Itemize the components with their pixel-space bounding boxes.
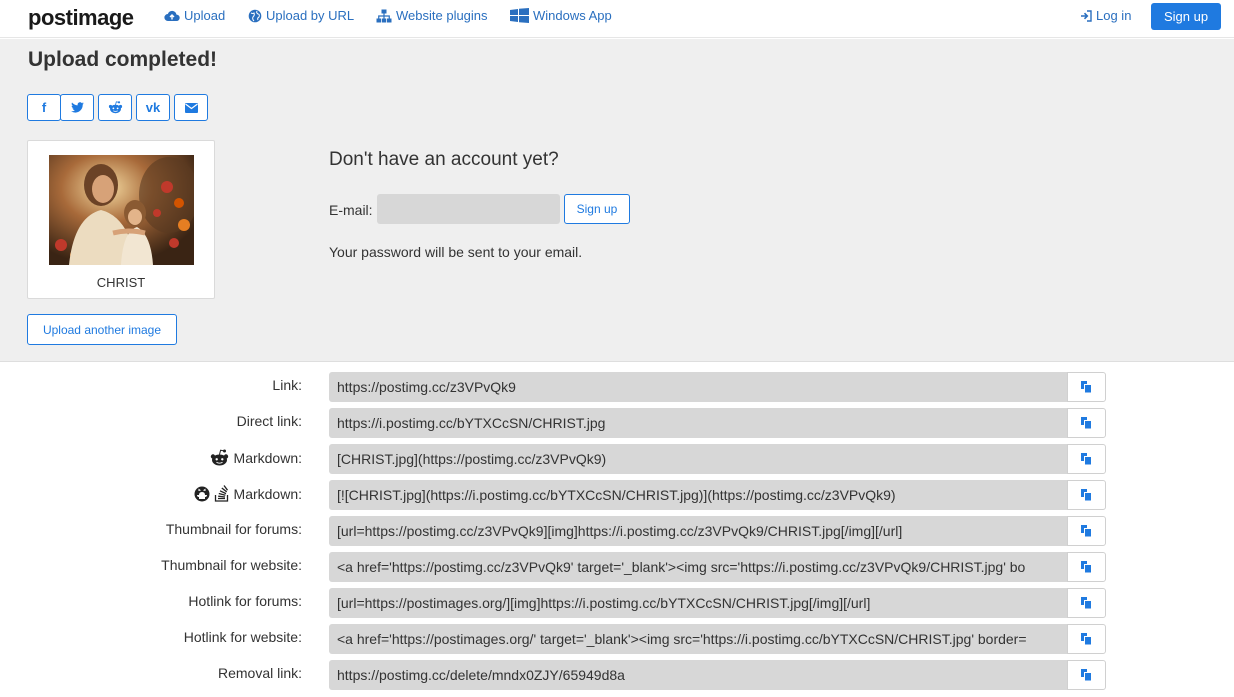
email-signup-button[interactable]: Sign up bbox=[564, 194, 630, 224]
share-twitter-button[interactable] bbox=[60, 94, 94, 121]
hotlink-forums-label: Hotlink for forums: bbox=[188, 593, 302, 609]
sign-in-icon bbox=[1081, 9, 1092, 22]
thumbnail-website-field[interactable]: <a href='https://postimg.cc/z3VPvQk9' ta… bbox=[329, 552, 1067, 582]
facebook-icon: f bbox=[41, 100, 47, 115]
uploaded-image-caption: CHRIST bbox=[96, 275, 146, 290]
hotlink-forums-field[interactable]: [url=https://postimages.org/][img]https:… bbox=[329, 588, 1067, 618]
reddit-icon bbox=[108, 101, 122, 114]
copy-icon bbox=[1081, 381, 1092, 393]
email-field[interactable] bbox=[377, 194, 560, 224]
thumbnail-forums-label: Thumbnail for forums: bbox=[165, 521, 302, 537]
stack-overflow-icon bbox=[214, 485, 228, 502]
uploaded-image-thumbnail[interactable] bbox=[49, 155, 194, 265]
nav-windows-app-label: Windows App bbox=[533, 8, 612, 23]
password-note: Your password will be sent to your email… bbox=[329, 244, 583, 260]
share-vk-button[interactable]: vk bbox=[136, 94, 170, 121]
removal-link-field[interactable]: https://postimg.cc/delete/mndx0ZJY/65949… bbox=[329, 660, 1067, 690]
nav-windows-app-link[interactable]: Windows App bbox=[510, 8, 612, 23]
sitemap-icon bbox=[376, 9, 392, 22]
thumbnail-forums-field[interactable]: [url=https://postimg.cc/z3VPvQk9][img]ht… bbox=[329, 516, 1067, 546]
nav-website-plugins-label: Website plugins bbox=[396, 8, 488, 23]
login-label: Log in bbox=[1096, 8, 1132, 23]
nav-upload-by-url-label: Upload by URL bbox=[266, 8, 355, 23]
upload-another-image-button[interactable]: Upload another image bbox=[27, 314, 177, 345]
copy-github-markdown-button[interactable] bbox=[1067, 480, 1106, 510]
copy-hotlink-website-button[interactable] bbox=[1067, 624, 1106, 654]
reddit-markdown-label: Markdown: bbox=[233, 449, 302, 466]
signup-button[interactable]: Sign up bbox=[1151, 3, 1221, 30]
account-heading: Don't have an account yet? bbox=[329, 149, 559, 170]
top-navbar: postimage Upload Upload by URL Website p… bbox=[0, 0, 1234, 38]
email-label: E-mail: bbox=[329, 202, 373, 218]
direct-link-field[interactable]: https://i.postimg.cc/bYTXCcSN/CHRIST.jpg bbox=[329, 408, 1067, 438]
vk-icon: vk bbox=[145, 100, 161, 115]
nav-upload-by-url-link[interactable]: Upload by URL bbox=[248, 8, 354, 23]
cloud-upload-icon bbox=[164, 10, 180, 22]
twitter-icon bbox=[70, 102, 84, 113]
thumbnail-website-label: Thumbnail for website: bbox=[161, 557, 302, 573]
reddit-markdown-field[interactable]: [CHRIST.jpg](https://postimg.cc/z3VPvQk9… bbox=[329, 444, 1067, 474]
reddit-icon bbox=[210, 449, 228, 466]
direct-link-label: Direct link: bbox=[236, 413, 302, 429]
github-icon bbox=[194, 486, 210, 501]
copy-reddit-markdown-button[interactable] bbox=[1067, 444, 1106, 474]
copy-direct-link-button[interactable] bbox=[1067, 408, 1106, 438]
copy-icon bbox=[1081, 453, 1092, 465]
nav-upload-label: Upload bbox=[184, 8, 226, 23]
copy-icon bbox=[1081, 669, 1092, 681]
link-field[interactable]: https://postimg.cc/z3VPvQk9 bbox=[329, 372, 1067, 402]
postimage-logo[interactable]: postimage bbox=[28, 5, 134, 31]
copy-link-button[interactable] bbox=[1067, 372, 1106, 402]
removal-link-label: Removal link: bbox=[217, 665, 302, 681]
copy-icon bbox=[1081, 417, 1092, 429]
copy-removal-link-button[interactable] bbox=[1067, 660, 1106, 690]
share-facebook-button[interactable]: f bbox=[27, 94, 61, 121]
uploaded-image-card: CHRIST bbox=[27, 140, 215, 299]
copy-icon bbox=[1081, 489, 1092, 501]
globe-icon bbox=[248, 9, 262, 22]
github-markdown-field[interactable]: [![CHRIST.jpg](https://i.postimg.cc/bYTX… bbox=[329, 480, 1067, 510]
reddit-markdown-label-row: Markdown: bbox=[209, 449, 302, 466]
github-markdown-label-row: Markdown: bbox=[194, 485, 302, 502]
github-markdown-label: Markdown: bbox=[233, 485, 302, 502]
uploaded-image-picture bbox=[49, 155, 194, 265]
copy-icon bbox=[1081, 597, 1092, 609]
copy-hotlink-forums-button[interactable] bbox=[1067, 588, 1106, 618]
hotlink-website-label: Hotlink for website: bbox=[183, 629, 302, 645]
copy-thumbnail-website-button[interactable] bbox=[1067, 552, 1106, 582]
nav-upload-link[interactable]: Upload bbox=[164, 8, 225, 23]
hotlink-website-field[interactable]: <a href='https://postimages.org/' target… bbox=[329, 624, 1067, 654]
upload-completed-title: Upload completed! bbox=[28, 48, 218, 71]
copy-icon bbox=[1081, 525, 1092, 537]
link-label: Link: bbox=[272, 377, 302, 393]
windows-icon bbox=[510, 8, 529, 23]
envelope-icon bbox=[184, 102, 198, 113]
share-reddit-button[interactable] bbox=[98, 94, 132, 121]
login-link[interactable]: Log in bbox=[1080, 8, 1131, 23]
nav-website-plugins-link[interactable]: Website plugins bbox=[376, 8, 488, 23]
copy-thumbnail-forums-button[interactable] bbox=[1067, 516, 1106, 546]
share-email-button[interactable] bbox=[174, 94, 208, 121]
copy-icon bbox=[1081, 633, 1092, 645]
copy-icon bbox=[1081, 561, 1092, 573]
